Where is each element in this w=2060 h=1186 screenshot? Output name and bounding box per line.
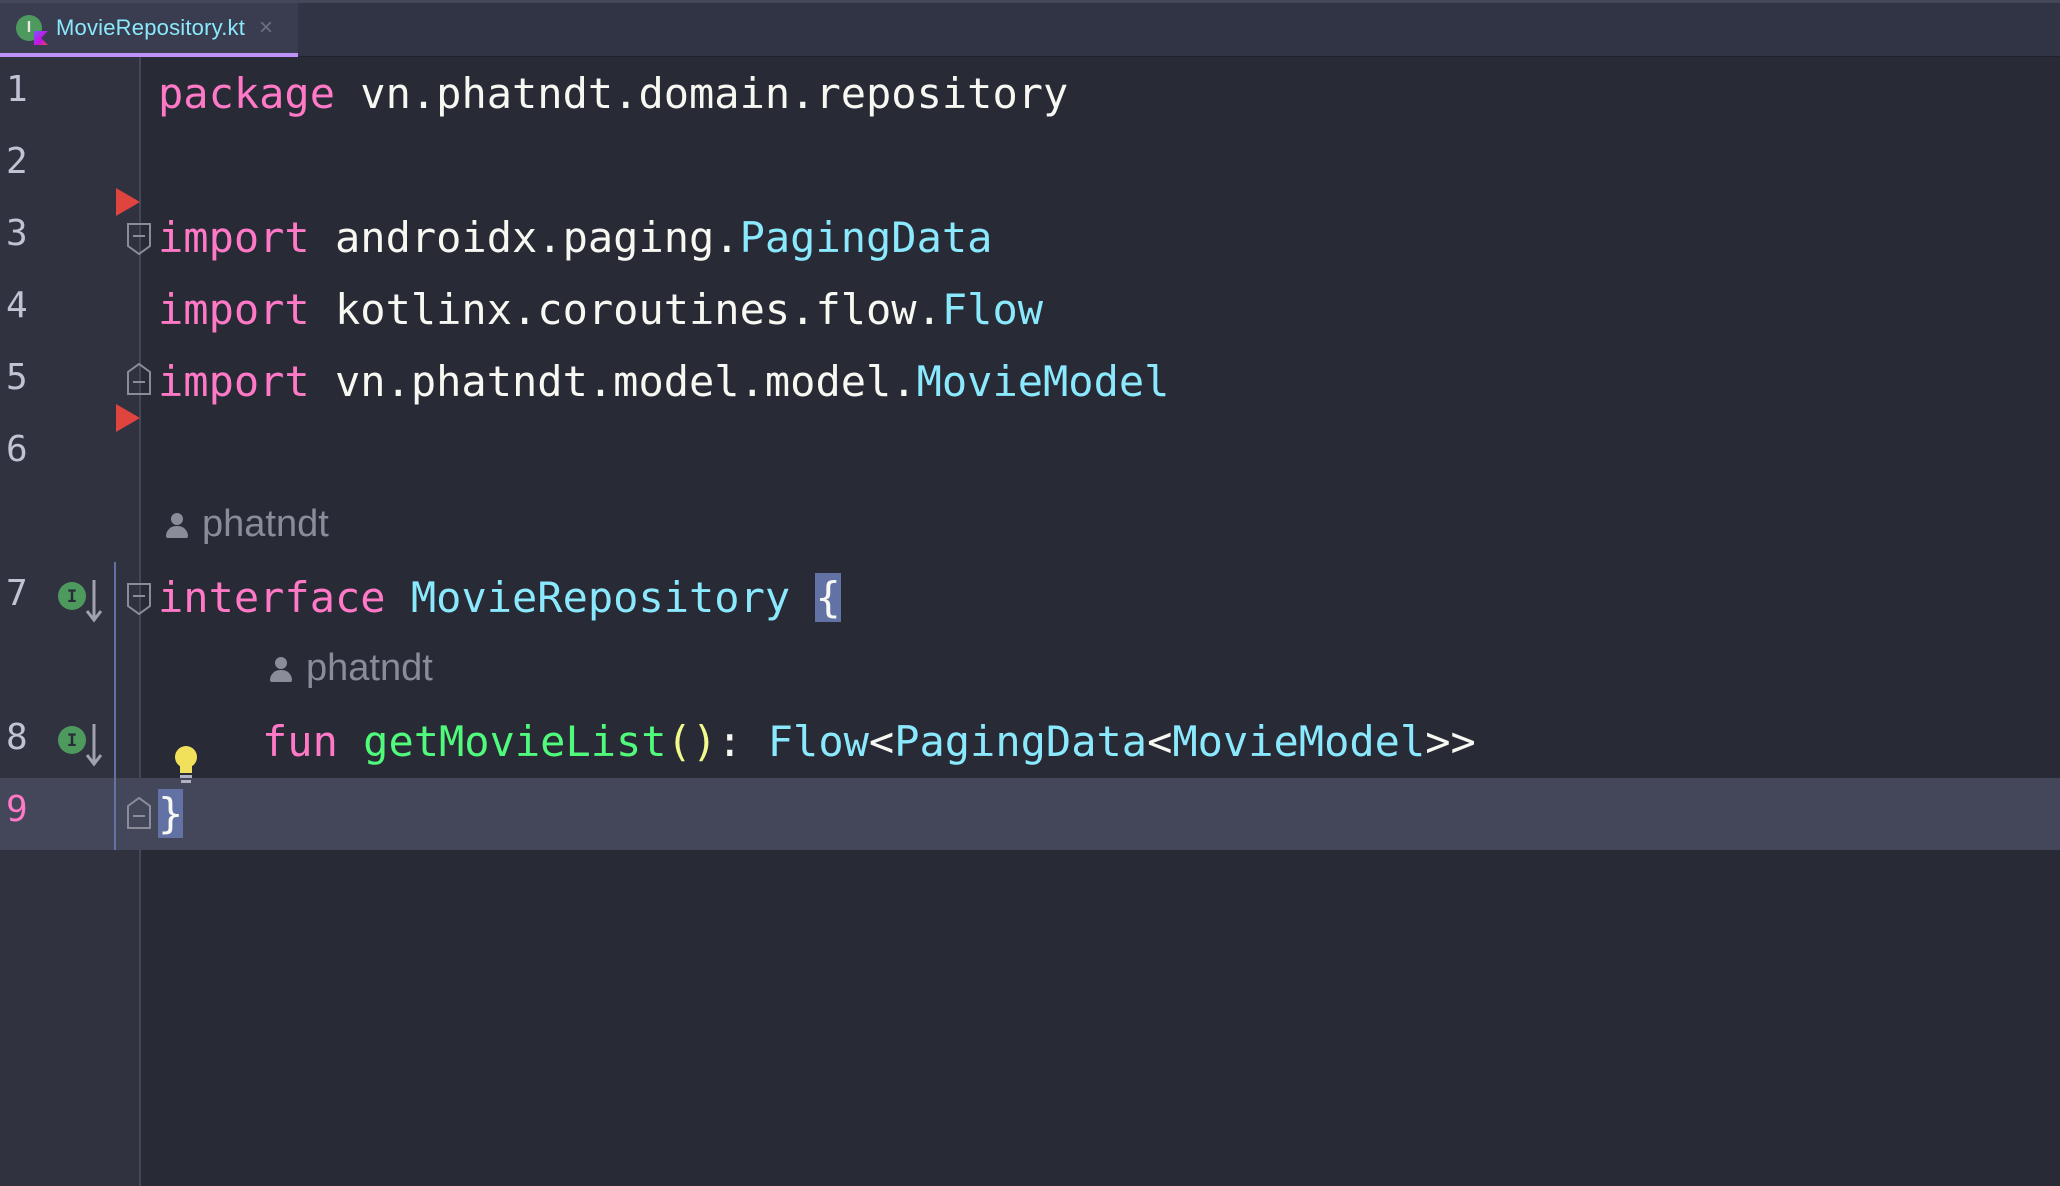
scope-indicator-line: [114, 562, 116, 850]
line-number-active: 9: [6, 789, 28, 830]
code-line-5[interactable]: import vn.phatndt.model.model.MovieModel: [158, 352, 1169, 412]
implemented-icon[interactable]: I: [56, 722, 106, 768]
line-number: 7: [6, 573, 28, 614]
code-line-9[interactable]: }: [158, 784, 184, 844]
code-line-3[interactable]: import androidx.paging.PagingData: [158, 208, 992, 268]
colon: :: [717, 717, 768, 766]
bookmark-arrow-icon[interactable]: [116, 188, 140, 216]
author-name: phatndt: [202, 503, 329, 545]
close-brace: }: [158, 789, 184, 838]
keyword: interface: [158, 573, 386, 622]
person-icon: [164, 512, 190, 538]
class-name: MovieModel: [916, 357, 1170, 406]
tab-label: MovieRepository.kt: [56, 15, 246, 40]
fold-open-icon[interactable]: [126, 222, 152, 256]
fold-close-icon[interactable]: [126, 362, 152, 396]
svg-text:I: I: [67, 587, 77, 607]
author-name: phatndt: [306, 647, 433, 689]
line-number: 4: [6, 285, 28, 326]
line-number: 6: [6, 429, 28, 470]
tab-movie-repository[interactable]: I MovieRepository.kt ×: [0, 3, 298, 57]
current-line-highlight: [0, 778, 2060, 850]
import-path: kotlinx.coroutines.flow.: [309, 285, 942, 334]
line-number: 8: [6, 717, 28, 758]
type-flow: Flow: [767, 717, 869, 766]
code-line-7[interactable]: interface MovieRepository {: [158, 568, 841, 628]
package-name: vn.phatndt.domain.repository: [335, 69, 1069, 118]
code-line-4[interactable]: import kotlinx.coroutines.flow.Flow: [158, 280, 1043, 340]
implemented-icon[interactable]: I: [56, 578, 106, 624]
keyword: package: [158, 69, 336, 118]
open-brace: {: [815, 573, 841, 622]
function-name: getMovieList: [363, 717, 667, 766]
code-line-1[interactable]: package vn.phatndt.domain.repository: [158, 64, 1068, 124]
angle-close: >>: [1425, 717, 1476, 766]
bookmark-arrow-icon[interactable]: [116, 404, 140, 432]
line-number: 1: [6, 69, 28, 110]
editor-tab-bar: I MovieRepository.kt ×: [0, 0, 2060, 57]
class-name: PagingData: [739, 213, 993, 262]
keyword: import: [158, 285, 310, 334]
close-icon[interactable]: ×: [259, 14, 273, 42]
kotlin-interface-file-icon: I: [16, 15, 48, 45]
code-line-8[interactable]: fun getMovieList(): Flow<PagingData<Movi…: [262, 712, 1476, 772]
fold-open-icon[interactable]: [126, 582, 152, 616]
line-number: 5: [6, 357, 28, 398]
angle-open: <: [868, 717, 895, 766]
type-movie-model: MovieModel: [1172, 717, 1426, 766]
keyword: import: [158, 357, 310, 406]
svg-text:I: I: [67, 731, 77, 751]
import-path: vn.phatndt.model.model.: [309, 357, 917, 406]
keyword: fun: [262, 717, 338, 766]
code-vision-author[interactable]: phatndt: [268, 647, 433, 690]
lightbulb-icon[interactable]: [172, 745, 200, 785]
type-paging-data: PagingData: [894, 717, 1148, 766]
parens: (): [666, 717, 718, 766]
class-name: Flow: [941, 285, 1044, 334]
fold-close-icon[interactable]: [126, 796, 152, 830]
line-number: 3: [6, 213, 28, 254]
interface-name: MovieRepository: [410, 573, 791, 622]
import-path: androidx.paging.: [309, 213, 740, 262]
line-number: 2: [6, 141, 28, 182]
keyword: import: [158, 213, 310, 262]
person-icon: [268, 656, 294, 682]
code-vision-author[interactable]: phatndt: [164, 503, 329, 546]
angle-open: <: [1147, 717, 1173, 766]
